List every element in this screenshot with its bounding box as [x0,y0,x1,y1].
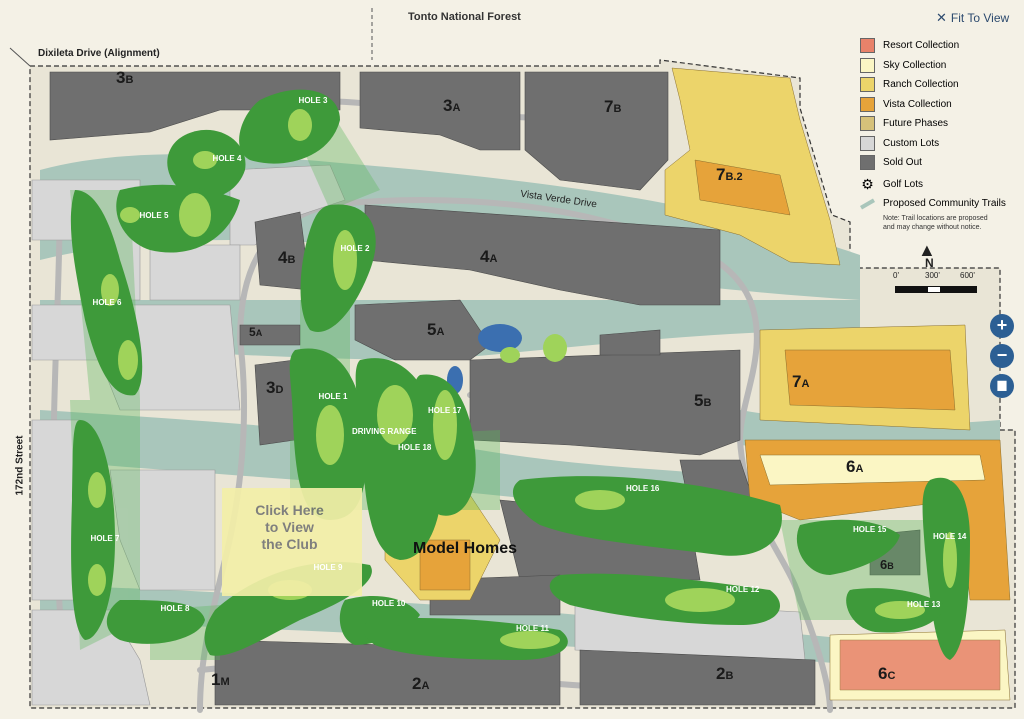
model-homes-label[interactable]: Model Homes [413,540,517,558]
legend-item-sold: Sold Out [860,153,1020,173]
scale-tick-0: 0' [893,271,899,280]
phase-2a[interactable]: 2A [412,674,429,694]
legend-swatch [860,57,875,73]
phase-5b[interactable]: 5B [694,391,711,411]
phase-3d[interactable]: 3D [266,378,283,398]
hole-6-label: HOLE 6 [92,298,122,307]
hole-17-label: HOLE 17 [428,406,462,415]
legend-item-sky: Sky Collection [860,56,1020,76]
phase-1m[interactable]: 1M [211,670,230,690]
print-button[interactable]: ▆ [990,374,1014,398]
hole-12-label: HOLE 12 [726,585,760,594]
hole-1-label: HOLE 1 [318,392,348,401]
legend-item-custom: Custom Lots [860,134,1020,154]
phase-3a[interactable]: 3A [443,96,460,116]
trail-note-2: and may change without notice. [883,223,982,231]
map-legend: Resort Collection Sky Collection Ranch C… [860,36,1020,232]
hole-13-label: HOLE 13 [907,600,941,609]
fit-to-view-label: Fit To View [950,11,1010,25]
hole-11-label: HOLE 11 [516,624,549,633]
driving-range-label: DRIVING RANGE [352,427,417,436]
trail-line-icon [860,198,875,210]
hole-14-label: HOLE 14 [933,532,967,541]
legend-item-future: Future Phases [860,114,1020,134]
scale-tick-600: 600' [960,271,975,280]
legend-item-golf-lots: ⚙ Golf Lots [861,175,924,192]
phase-7b[interactable]: 7B [604,97,621,117]
phase-7b2[interactable]: 7B.2 [716,165,743,185]
phase-3b[interactable]: 3B [116,68,133,88]
phase-4a[interactable]: 4A [480,247,497,267]
scale-tick-300: 300' [925,271,940,280]
legend-swatch [860,96,875,112]
scale-bar [895,286,977,293]
phase-4b[interactable]: 4B [278,248,295,268]
phase-2b[interactable]: 2B [716,664,733,684]
hole-3-label: HOLE 3 [298,96,328,105]
legend-item-vista: Vista Collection [860,95,1020,115]
phase-6b[interactable]: 6B [880,557,894,572]
street-172nd: 172nd Street [14,435,26,496]
legend-swatch [860,135,875,151]
hole-15-label: HOLE 15 [853,525,887,534]
zoom-out-button[interactable]: − [990,344,1014,368]
legend-swatch [860,155,875,171]
hole-10-label: HOLE 10 [372,599,406,608]
fit-to-view-button[interactable]: ✕ Fit To View [936,10,1009,26]
legend-swatch [860,38,875,54]
hole-9-label: HOLE 9 [313,563,343,572]
legend-swatch [860,77,875,93]
hole-16-label: HOLE 16 [626,484,660,493]
hole-2-label: HOLE 2 [340,244,370,253]
club-link-text: Click Here to View the Club [255,502,324,552]
phase-5a-small[interactable]: 5A [249,325,262,339]
street-dixileta: Dixileta Drive (Alignment) [38,48,160,59]
legend-item-trails: Proposed Community Trails [860,194,1020,214]
hole-7-label: HOLE 7 [90,534,120,543]
trail-note-1: Note: Trail locations are proposed [883,214,988,222]
hole-5-label: HOLE 5 [139,211,169,220]
golf-gear-icon: ⚙ [861,175,874,192]
phase-6c[interactable]: 6C [878,664,895,684]
forest-label: Tonto National Forest [408,11,521,23]
fit-to-view-icon: ✕ [936,10,947,25]
club-overlay-link[interactable]: Click Here to View the Club [222,488,362,596]
legend-item-ranch: Ranch Collection [860,75,1020,95]
hole-4-label: HOLE 4 [212,154,242,163]
legend-item-resort: Resort Collection [860,36,1020,56]
phase-6a[interactable]: 6A [846,457,863,477]
phase-7a[interactable]: 7A [792,372,809,392]
zoom-in-button[interactable]: + [990,314,1014,338]
hole-8-label: HOLE 8 [160,604,190,613]
north-label: N [925,256,934,270]
hole-18-label: HOLE 18 [398,443,432,452]
phase-5a[interactable]: 5A [427,320,444,340]
print-icon: ▆ [997,379,1007,391]
legend-swatch [860,116,875,132]
